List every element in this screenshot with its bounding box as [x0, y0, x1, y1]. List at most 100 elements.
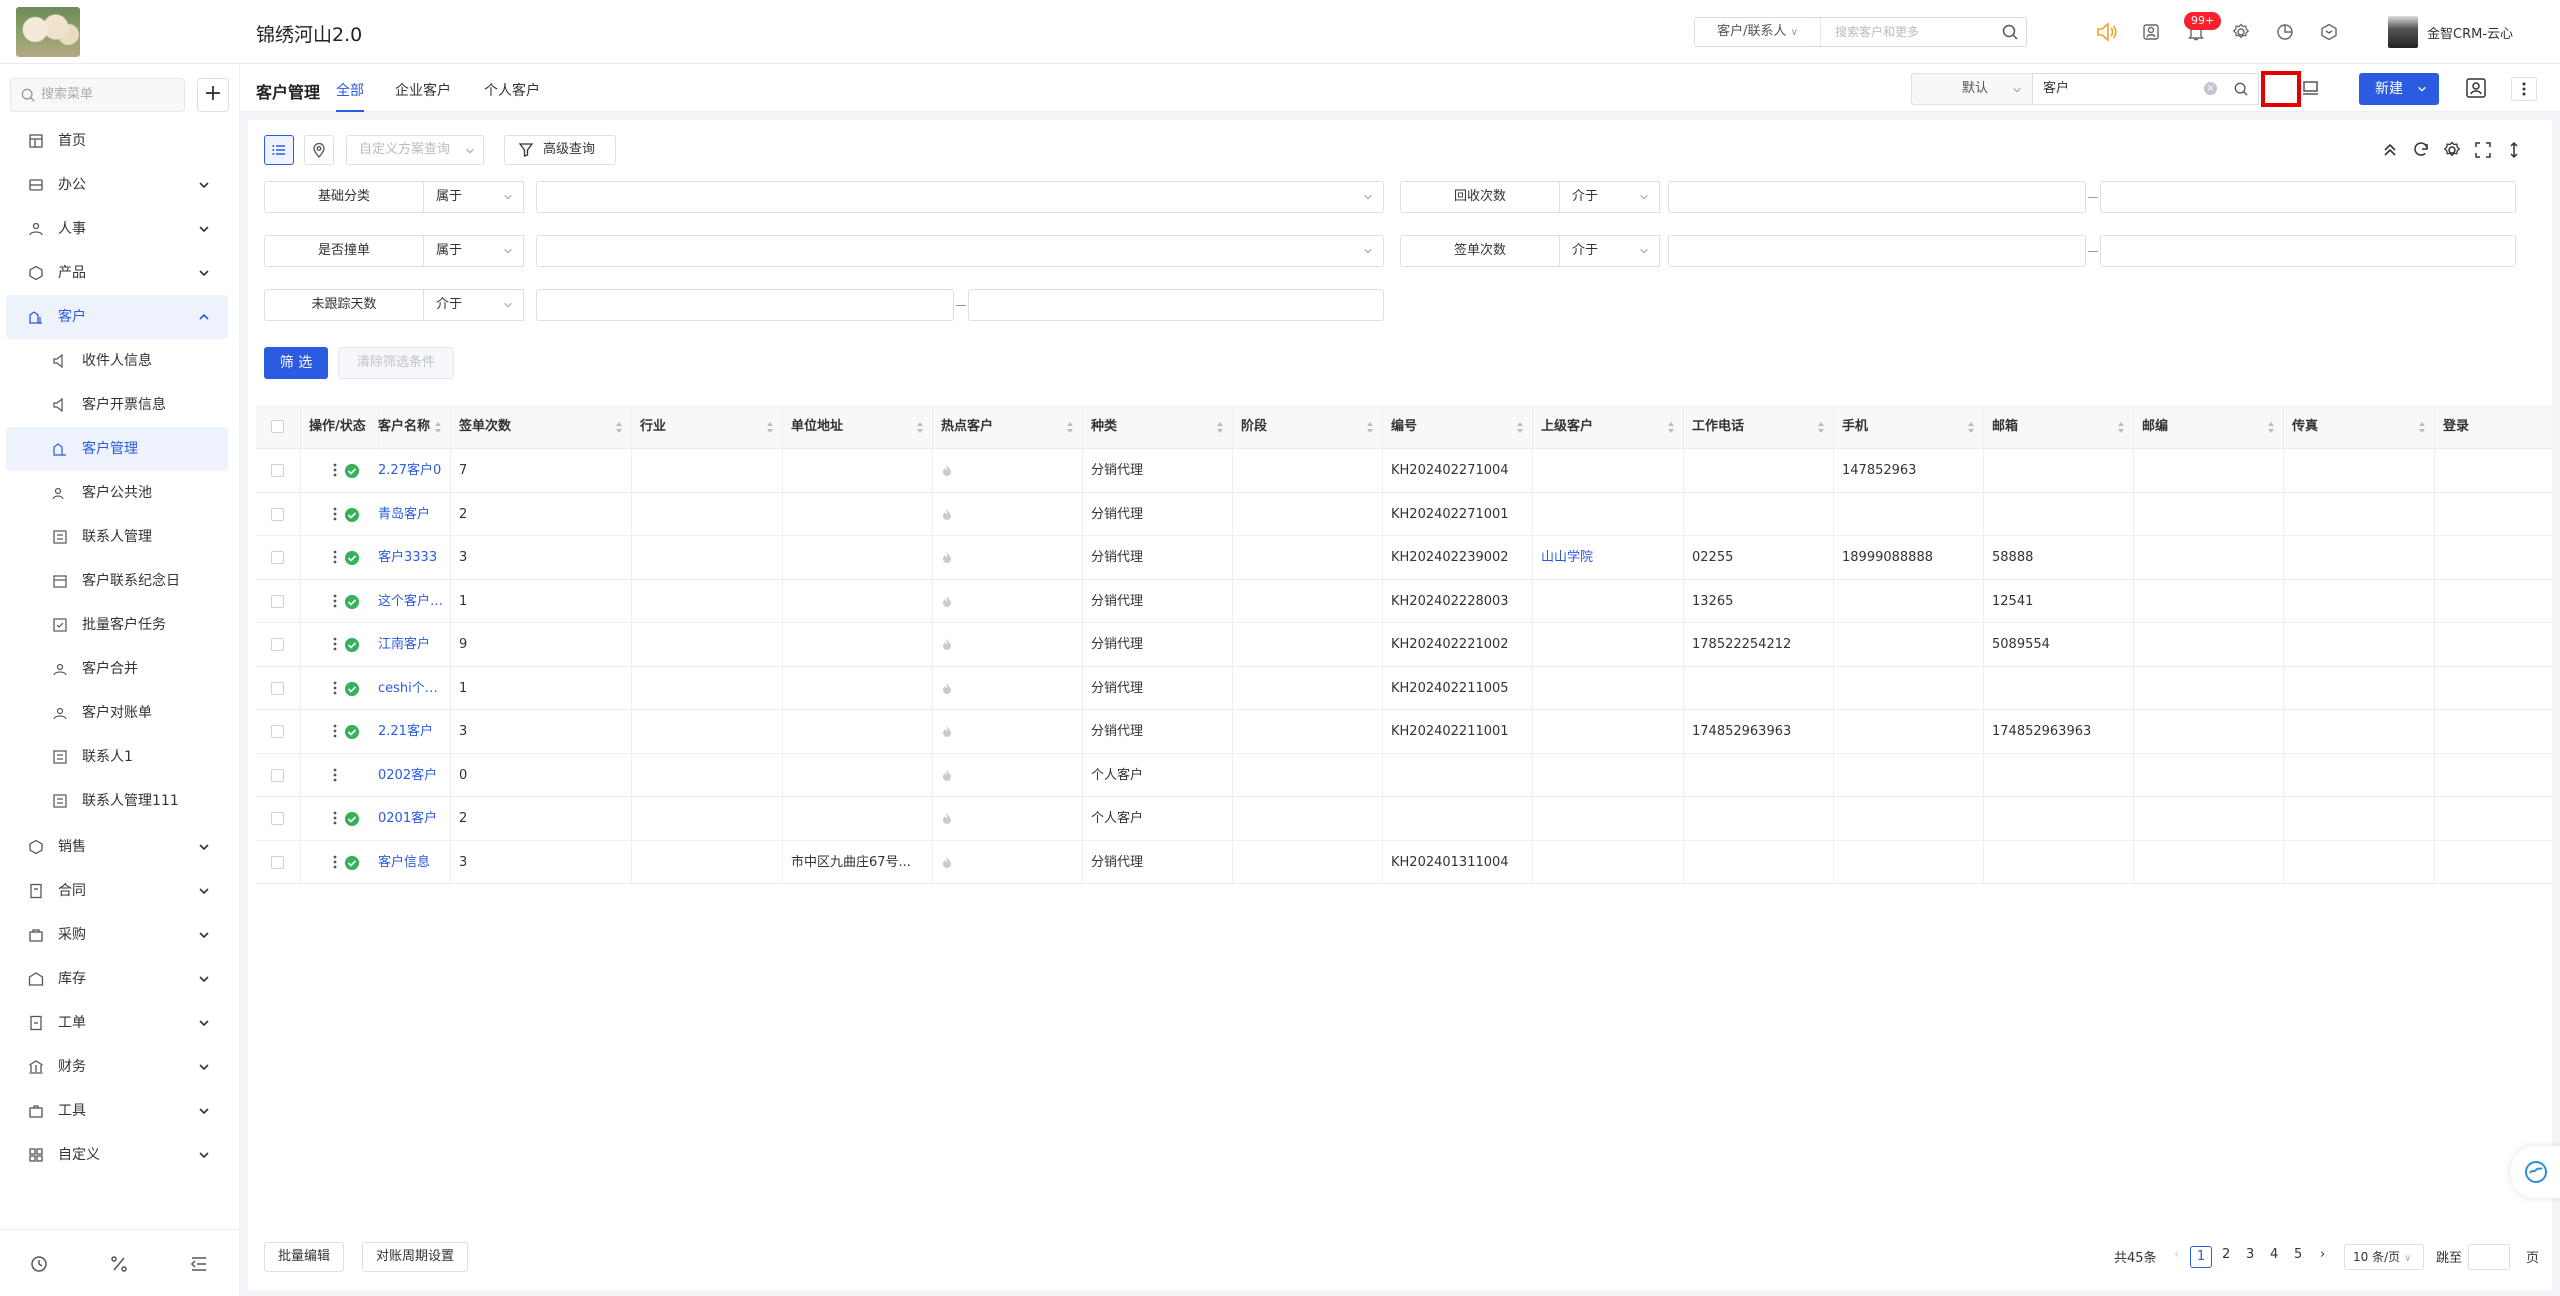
table-row[interactable]: 这个客户别选3331 分销代理 KH202402228003 13265 12541 [256, 579, 2552, 623]
table-row[interactable]: 0202客户 0 个人客户 [256, 753, 2552, 797]
hot-flame-icon[interactable] [941, 812, 953, 824]
new-button[interactable]: 新建 [2359, 73, 2439, 105]
table-row[interactable]: 2.27客户0 7 分销代理 KH202402271004 147852963 [256, 449, 2552, 493]
sidebar-subitem-anniversary[interactable]: 客户联系纪念日 [6, 559, 228, 603]
filter-value-select[interactable] [536, 235, 1384, 267]
hot-flame-icon[interactable] [941, 769, 953, 781]
column-header[interactable]: 种类 [1083, 405, 1233, 449]
filter-operator-select[interactable]: 属于 [424, 235, 524, 267]
user-card-icon[interactable] [2464, 76, 2488, 100]
sort-icon[interactable] [1817, 421, 1825, 434]
column-header[interactable]: 客户名称 [370, 405, 451, 449]
row-height-icon[interactable] [2504, 140, 2524, 160]
column-header[interactable]: 邮编 [2134, 405, 2284, 449]
view-select[interactable]: 默认 [1911, 73, 2033, 105]
monitor-icon[interactable] [2301, 78, 2321, 98]
filter-max-input[interactable] [968, 289, 1384, 321]
row-checkbox[interactable] [271, 812, 284, 825]
sort-icon[interactable] [2267, 421, 2275, 434]
batch-edit-button[interactable]: 批量编辑 [264, 1242, 345, 1272]
page-2[interactable]: 2 [2222, 1247, 2230, 1262]
table-cell[interactable]: 江南客户 [370, 623, 451, 666]
hot-flame-icon[interactable] [941, 551, 953, 563]
row-checkbox[interactable] [271, 638, 284, 651]
column-header[interactable]: 工作电话 [1684, 405, 1834, 449]
column-header[interactable]: 签单次数 [451, 405, 632, 449]
hot-flame-icon[interactable] [941, 725, 953, 737]
sidebar-item-office[interactable]: 办公 [6, 163, 228, 207]
global-search[interactable]: 客户/联系人 ∨ 搜索客户和更多 [1694, 17, 2027, 47]
filter-operator-select[interactable]: 介于 [424, 289, 524, 321]
row-actions-icon[interactable] [333, 507, 337, 521]
sidebar-item-customer[interactable]: 客户 [6, 295, 228, 339]
row-actions-icon[interactable] [333, 594, 337, 608]
select-all-checkbox[interactable] [271, 420, 284, 433]
table-cell[interactable]: 客户信息 [370, 840, 451, 884]
user-name[interactable]: 金智CRM-云心 [2427, 23, 2513, 42]
map-view-button[interactable] [304, 135, 334, 165]
row-checkbox[interactable] [271, 464, 284, 477]
tab-all[interactable]: 全部 [336, 80, 364, 112]
filter-max-input[interactable] [2100, 235, 2516, 267]
column-header[interactable]: 行业 [632, 405, 783, 449]
period-settings-button[interactable]: 对账周期设置 [362, 1242, 469, 1272]
page-1[interactable]: 1 [2190, 1246, 2212, 1268]
column-header[interactable]: 操作/状态 [301, 405, 379, 449]
row-actions-icon[interactable] [333, 811, 337, 825]
filter-min-input[interactable] [536, 289, 954, 321]
sidebar-item-sales[interactable]: 销售 [6, 825, 228, 869]
table-row[interactable]: 青岛客户 2 分销代理 KH202402271001 [256, 492, 2552, 536]
column-header[interactable]: 上级客户 [1533, 405, 1684, 449]
sidebar-subitem-statement[interactable]: 客户对账单 [6, 691, 228, 735]
page-4[interactable]: 4 [2270, 1247, 2278, 1262]
keyword-input[interactable]: 客户 [2032, 73, 2224, 105]
column-header[interactable]: 单位地址 [783, 405, 933, 449]
table-cell[interactable]: 2.21客户 [370, 710, 451, 753]
table-row[interactable]: ceshi个人客户1 分销代理 KH202402211005 [256, 666, 2552, 710]
collapse-up-icon[interactable] [2380, 140, 2400, 160]
clear-icon[interactable]: × [2204, 82, 2217, 95]
sidebar-item-finance[interactable]: 财务 [6, 1045, 228, 1089]
sort-icon[interactable] [1066, 421, 1074, 434]
collapse-menu-icon[interactable] [189, 1254, 209, 1274]
sidebar-item-product[interactable]: 产品 [6, 251, 228, 295]
table-row[interactable]: 客户信息 3 市中区九曲庄67号... 分销代理 KH202401311004 [256, 840, 2552, 884]
column-header[interactable]: 邮箱 [1984, 405, 2134, 449]
page-3[interactable]: 3 [2246, 1247, 2254, 1262]
next-page-icon[interactable]: › [2320, 1247, 2325, 1262]
page-size-select[interactable]: 10 条/页 ∨ [2344, 1244, 2424, 1270]
column-header[interactable]: 登录 [2435, 405, 2560, 449]
table-cell[interactable] [1533, 840, 1684, 884]
menu-search-input[interactable]: 搜索菜单 [10, 78, 185, 112]
sidebar-item-tools[interactable]: 工具 [6, 1089, 228, 1133]
sidebar-subitem-contact-management[interactable]: 联系人管理 [6, 515, 228, 559]
table-cell[interactable] [1533, 449, 1684, 492]
speaker-icon[interactable] [2095, 20, 2119, 44]
row-actions-icon[interactable] [333, 681, 337, 695]
floating-assistant-button[interactable] [2510, 1146, 2560, 1198]
sidebar-subitem-contact1[interactable]: 联系人1 [6, 735, 228, 779]
table-cell[interactable]: 山山学院 [1533, 536, 1684, 579]
sidebar-item-inventory[interactable]: 库存 [6, 957, 228, 1001]
table-cell[interactable] [1533, 579, 1684, 623]
sort-icon[interactable] [615, 421, 623, 434]
column-header[interactable]: 传真 [2284, 405, 2435, 449]
keyword-search-button[interactable] [2223, 73, 2259, 105]
filter-operator-select[interactable]: 属于 [424, 181, 524, 213]
clear-filter-button[interactable]: 清除筛选条件 [338, 347, 454, 379]
sidebar-item-home[interactable]: 首页 [6, 119, 228, 163]
row-checkbox[interactable] [271, 768, 284, 782]
tab-enterprise-customers[interactable]: 企业客户 [395, 80, 451, 100]
filter-value-select[interactable] [536, 181, 1384, 213]
sort-icon[interactable] [1667, 421, 1675, 434]
hot-flame-icon[interactable] [941, 508, 953, 520]
sidebar-subitem-recipient-info[interactable]: 收件人信息 [6, 339, 228, 383]
app-logo[interactable] [16, 7, 80, 57]
search-scope-select[interactable]: 客户/联系人 ∨ [1695, 18, 1821, 46]
search-icon[interactable] [2002, 24, 2018, 40]
table-row[interactable]: 2.21客户 3 分销代理 KH202402211001 174852963963 174… [256, 710, 2552, 754]
fullscreen-icon[interactable] [2473, 140, 2493, 160]
hot-flame-icon[interactable] [941, 464, 953, 476]
column-header[interactable]: 手机 [1834, 405, 1984, 449]
column-header[interactable]: 编号 [1383, 405, 1533, 449]
